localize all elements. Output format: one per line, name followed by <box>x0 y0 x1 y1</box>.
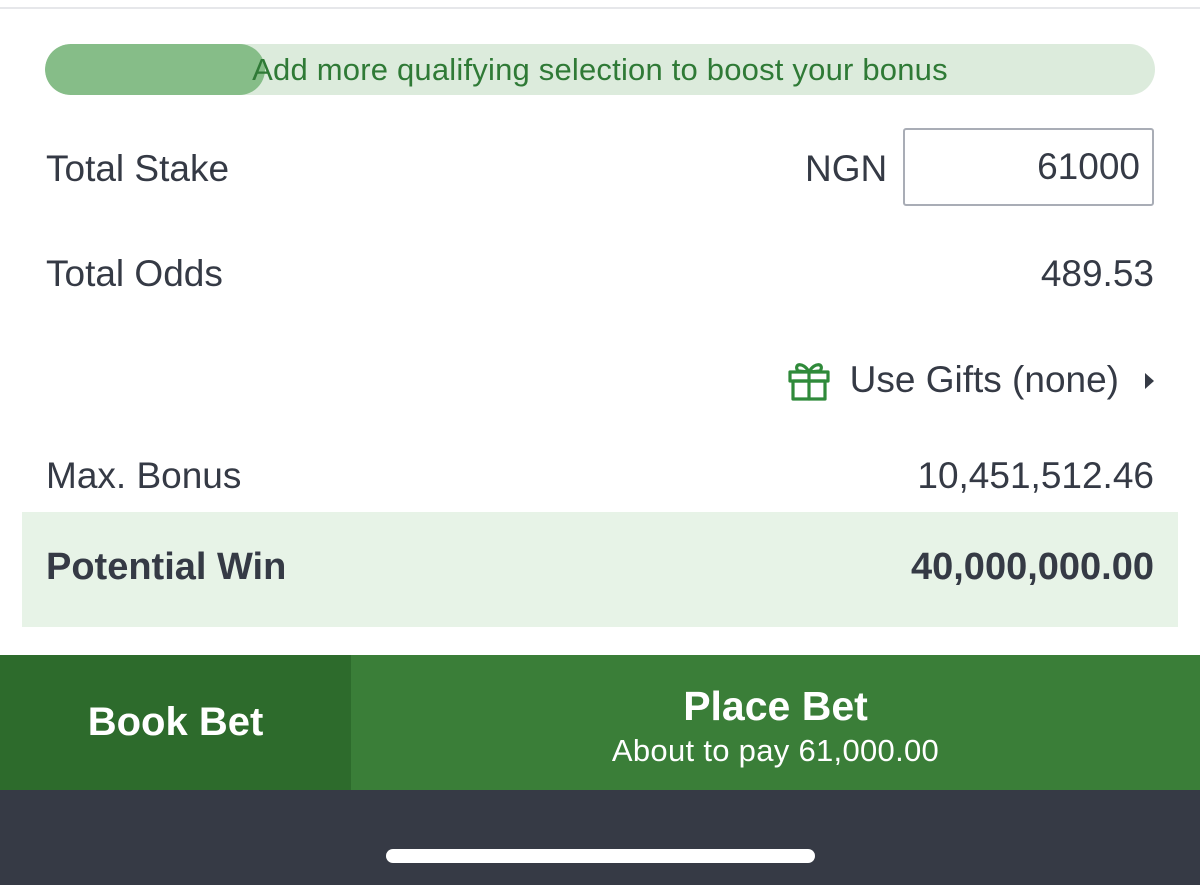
bonus-progress-bar: Add more qualifying selection to boost y… <box>45 44 1155 95</box>
max-bonus-label: Max. Bonus <box>46 455 242 496</box>
potential-win-row: Potential Win 40,000,000.00 <box>22 512 1178 627</box>
total-odds-value: 489.53 <box>1040 253 1154 294</box>
total-odds-label: Total Odds <box>46 253 223 294</box>
book-bet-button[interactable]: Book Bet <box>0 655 351 790</box>
use-gifts-label: Use Gifts (none) <box>849 359 1119 400</box>
pay-amount-label: About to pay 61,000.00 <box>611 733 940 768</box>
bonus-progress-message: Add more qualifying selection to boost y… <box>252 51 948 87</box>
caret-right-icon <box>1145 373 1154 389</box>
stake-input[interactable] <box>903 128 1154 206</box>
home-indicator[interactable] <box>386 849 815 863</box>
bottom-bar <box>0 790 1200 885</box>
currency-label: NGN <box>805 148 888 189</box>
use-gifts-button[interactable]: Use Gifts (none) <box>786 355 1154 405</box>
gift-icon <box>786 357 832 403</box>
place-bet-button[interactable]: Place Bet About to pay 61,000.00 <box>351 655 1200 790</box>
potential-win-value: 40,000,000.00 <box>910 546 1154 588</box>
potential-win-label: Potential Win <box>46 546 287 588</box>
max-bonus-value: 10,451,512.46 <box>917 455 1154 496</box>
total-stake-label: Total Stake <box>46 148 230 189</box>
place-bet-label: Place Bet <box>683 683 868 729</box>
top-divider <box>0 0 1200 9</box>
